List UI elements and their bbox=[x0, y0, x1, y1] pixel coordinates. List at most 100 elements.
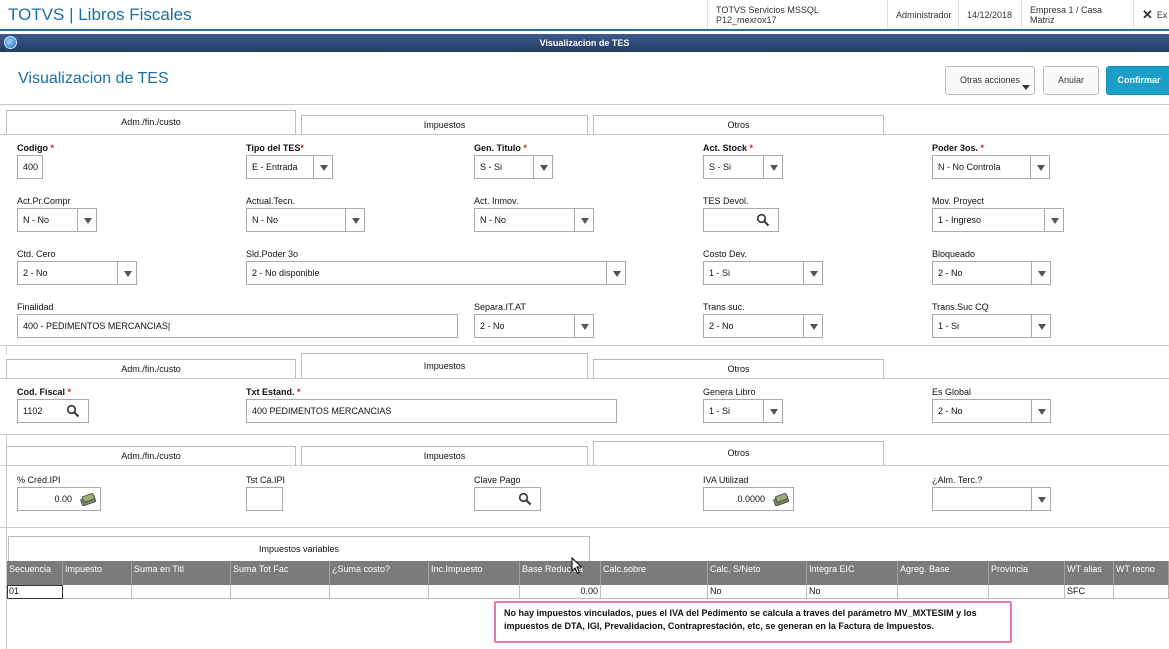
cancel-button[interactable]: Anular bbox=[1043, 66, 1099, 95]
col-suma-en-titl[interactable]: Suma en Titl bbox=[132, 561, 231, 585]
chevron-down-icon[interactable] bbox=[763, 156, 782, 178]
cell-suma-costo[interactable] bbox=[330, 585, 429, 599]
cell-integra-eic[interactable]: No bbox=[807, 585, 898, 599]
col-secuencia[interactable]: Secuencia bbox=[7, 561, 63, 585]
col-base-reducida[interactable]: Base Reducida bbox=[520, 561, 601, 585]
sld-poder-3o-select[interactable]: 2 - No disponible bbox=[246, 261, 626, 285]
gen-titulo-select[interactable]: S - Si bbox=[474, 155, 553, 179]
act-pr-compr-select[interactable]: N - No bbox=[17, 208, 97, 232]
act-inmov-label: Act. Inmov. bbox=[474, 196, 519, 206]
txt-estand-field[interactable]: 400 PEDIMENTOS MERCANCIAS bbox=[246, 399, 617, 423]
col-suma-costo[interactable]: ¿Suma costo? bbox=[330, 561, 429, 585]
col-wt-alias[interactable]: WT alias bbox=[1065, 561, 1114, 585]
confirm-button[interactable]: Confirmar bbox=[1106, 66, 1169, 95]
cell-suma-en-titl[interactable] bbox=[132, 585, 231, 599]
cell-wt-alias[interactable]: SFC bbox=[1065, 585, 1114, 599]
act-stock-select[interactable]: S - Si bbox=[703, 155, 783, 179]
tab-impuestos-3[interactable]: Impuestos bbox=[301, 446, 588, 466]
col-inc-impuesto[interactable]: Inc.Impuesto bbox=[429, 561, 520, 585]
chevron-down-icon[interactable] bbox=[313, 156, 332, 178]
chevron-down-icon[interactable] bbox=[1031, 262, 1050, 284]
cell-suma-tot-fac[interactable] bbox=[231, 585, 330, 599]
chevron-down-icon[interactable] bbox=[117, 262, 136, 284]
table-row[interactable]: 01 0.00 No No SFC bbox=[7, 585, 1169, 599]
iva-utilizad-field[interactable]: 0.0000 bbox=[703, 487, 794, 511]
tab-otros-2[interactable]: Otros bbox=[593, 359, 884, 379]
cell-calc-s-neto[interactable]: No bbox=[708, 585, 807, 599]
col-calc-sobre[interactable]: Calc.sobre bbox=[601, 561, 708, 585]
costo-dev-select[interactable]: 1 - Si bbox=[703, 261, 823, 285]
col-agreg-base[interactable]: Agreg. Base bbox=[898, 561, 989, 585]
cod-fiscal-field[interactable]: 1102 bbox=[17, 399, 89, 423]
actual-tecn-select[interactable]: N - No bbox=[246, 208, 365, 232]
col-calc-s-neto[interactable]: Calc. S/Neto bbox=[708, 561, 807, 585]
trans-suc-cq-select[interactable]: 1 - Si bbox=[932, 314, 1051, 338]
act-inmov-select[interactable]: N - No bbox=[474, 208, 594, 232]
cell-secuencia[interactable]: 01 bbox=[7, 585, 63, 599]
company-info[interactable]: Empresa 1 / Casa Matriz bbox=[1021, 0, 1133, 29]
money-icon[interactable] bbox=[80, 492, 96, 506]
poder-3os-select[interactable]: N - No Controla bbox=[932, 155, 1050, 179]
chevron-down-icon[interactable] bbox=[803, 315, 822, 337]
search-icon[interactable] bbox=[66, 404, 80, 418]
tes-devol-field[interactable] bbox=[703, 208, 779, 232]
tab-otros[interactable]: Otros bbox=[593, 115, 884, 135]
chevron-down-icon[interactable] bbox=[1031, 315, 1050, 337]
finalidad-field[interactable]: 400 - PEDIMENTOS MERCANCIAS| bbox=[17, 314, 458, 338]
chevron-down-icon[interactable] bbox=[77, 209, 96, 231]
tst-ca-ipi-field[interactable] bbox=[246, 487, 283, 511]
col-impuesto[interactable]: Impuesto bbox=[63, 561, 132, 585]
cell-inc-impuesto[interactable] bbox=[429, 585, 520, 599]
chevron-down-icon[interactable] bbox=[1044, 209, 1063, 231]
chevron-down-icon[interactable] bbox=[574, 315, 593, 337]
cell-base-reducida[interactable]: 0.00 bbox=[520, 585, 601, 599]
cell-impuesto[interactable] bbox=[63, 585, 132, 599]
cell-provincia[interactable] bbox=[989, 585, 1065, 599]
chevron-down-icon[interactable] bbox=[533, 156, 552, 178]
separa-it-at-select[interactable]: 2 - No bbox=[474, 314, 594, 338]
codigo-field[interactable]: 400 bbox=[17, 155, 43, 179]
tipo-tes-select[interactable]: E - Entrada bbox=[246, 155, 333, 179]
chevron-down-icon[interactable] bbox=[1031, 488, 1050, 510]
col-provincia[interactable]: Provincia bbox=[989, 561, 1065, 585]
cell-agreg-base[interactable] bbox=[898, 585, 989, 599]
tab-impuestos-variables[interactable]: Impuestos variables bbox=[8, 536, 590, 562]
chevron-down-icon[interactable] bbox=[606, 262, 625, 284]
chevron-down-icon[interactable] bbox=[763, 400, 782, 422]
tab-adm-fin-custo-3[interactable]: Adm./fin./custo bbox=[6, 446, 296, 466]
exit-button[interactable]: ✕ Ex bbox=[1133, 0, 1169, 29]
cell-calc-sobre[interactable] bbox=[601, 585, 708, 599]
page-title: Visualizacion de TES bbox=[18, 70, 169, 87]
es-global-select[interactable]: 2 - No bbox=[932, 399, 1051, 423]
chevron-down-icon[interactable] bbox=[1030, 156, 1049, 178]
trans-suc-select[interactable]: 2 - No bbox=[703, 314, 823, 338]
clave-pago-field[interactable] bbox=[474, 487, 541, 511]
date-info[interactable]: 14/12/2018 bbox=[958, 0, 1021, 29]
chevron-down-icon[interactable] bbox=[803, 262, 822, 284]
alm-terc-select[interactable] bbox=[932, 487, 1051, 511]
tab-impuestos[interactable]: Impuestos bbox=[301, 115, 588, 135]
exit-label: Ex bbox=[1156, 9, 1168, 20]
money-icon[interactable] bbox=[773, 492, 789, 506]
tab-otros-3[interactable]: Otros bbox=[593, 441, 884, 466]
tab-adm-fin-custo[interactable]: Adm./fin./custo bbox=[6, 110, 296, 134]
more-actions-button[interactable]: Otras acciones bbox=[945, 66, 1035, 95]
tab-impuestos-2[interactable]: Impuestos bbox=[301, 353, 588, 379]
col-wt-recno[interactable]: WT recno bbox=[1114, 561, 1169, 585]
search-icon[interactable] bbox=[756, 213, 770, 227]
bloqueado-select[interactable]: 2 - No bbox=[932, 261, 1051, 285]
server-info[interactable]: TOTVS Servicios MSSQL P12_mexrox17 bbox=[707, 0, 887, 29]
chevron-down-icon[interactable] bbox=[1031, 400, 1050, 422]
ctd-cero-select[interactable]: 2 - No bbox=[17, 261, 137, 285]
user-info[interactable]: Administrador bbox=[887, 0, 958, 29]
cell-wt-recno[interactable] bbox=[1114, 585, 1169, 599]
mov-proyect-select[interactable]: 1 - Ingreso bbox=[932, 208, 1064, 232]
genera-libro-select[interactable]: 1 - Si bbox=[703, 399, 783, 423]
col-integra-eic[interactable]: Integra EIC bbox=[807, 561, 898, 585]
col-suma-tot-fac[interactable]: Suma Tot Fac bbox=[231, 561, 330, 585]
search-icon[interactable] bbox=[518, 492, 532, 506]
chevron-down-icon[interactable] bbox=[345, 209, 364, 231]
tab-adm-fin-custo-2[interactable]: Adm./fin./custo bbox=[6, 359, 296, 379]
cred-ipi-field[interactable]: 0.00 bbox=[17, 487, 101, 511]
chevron-down-icon[interactable] bbox=[574, 209, 593, 231]
